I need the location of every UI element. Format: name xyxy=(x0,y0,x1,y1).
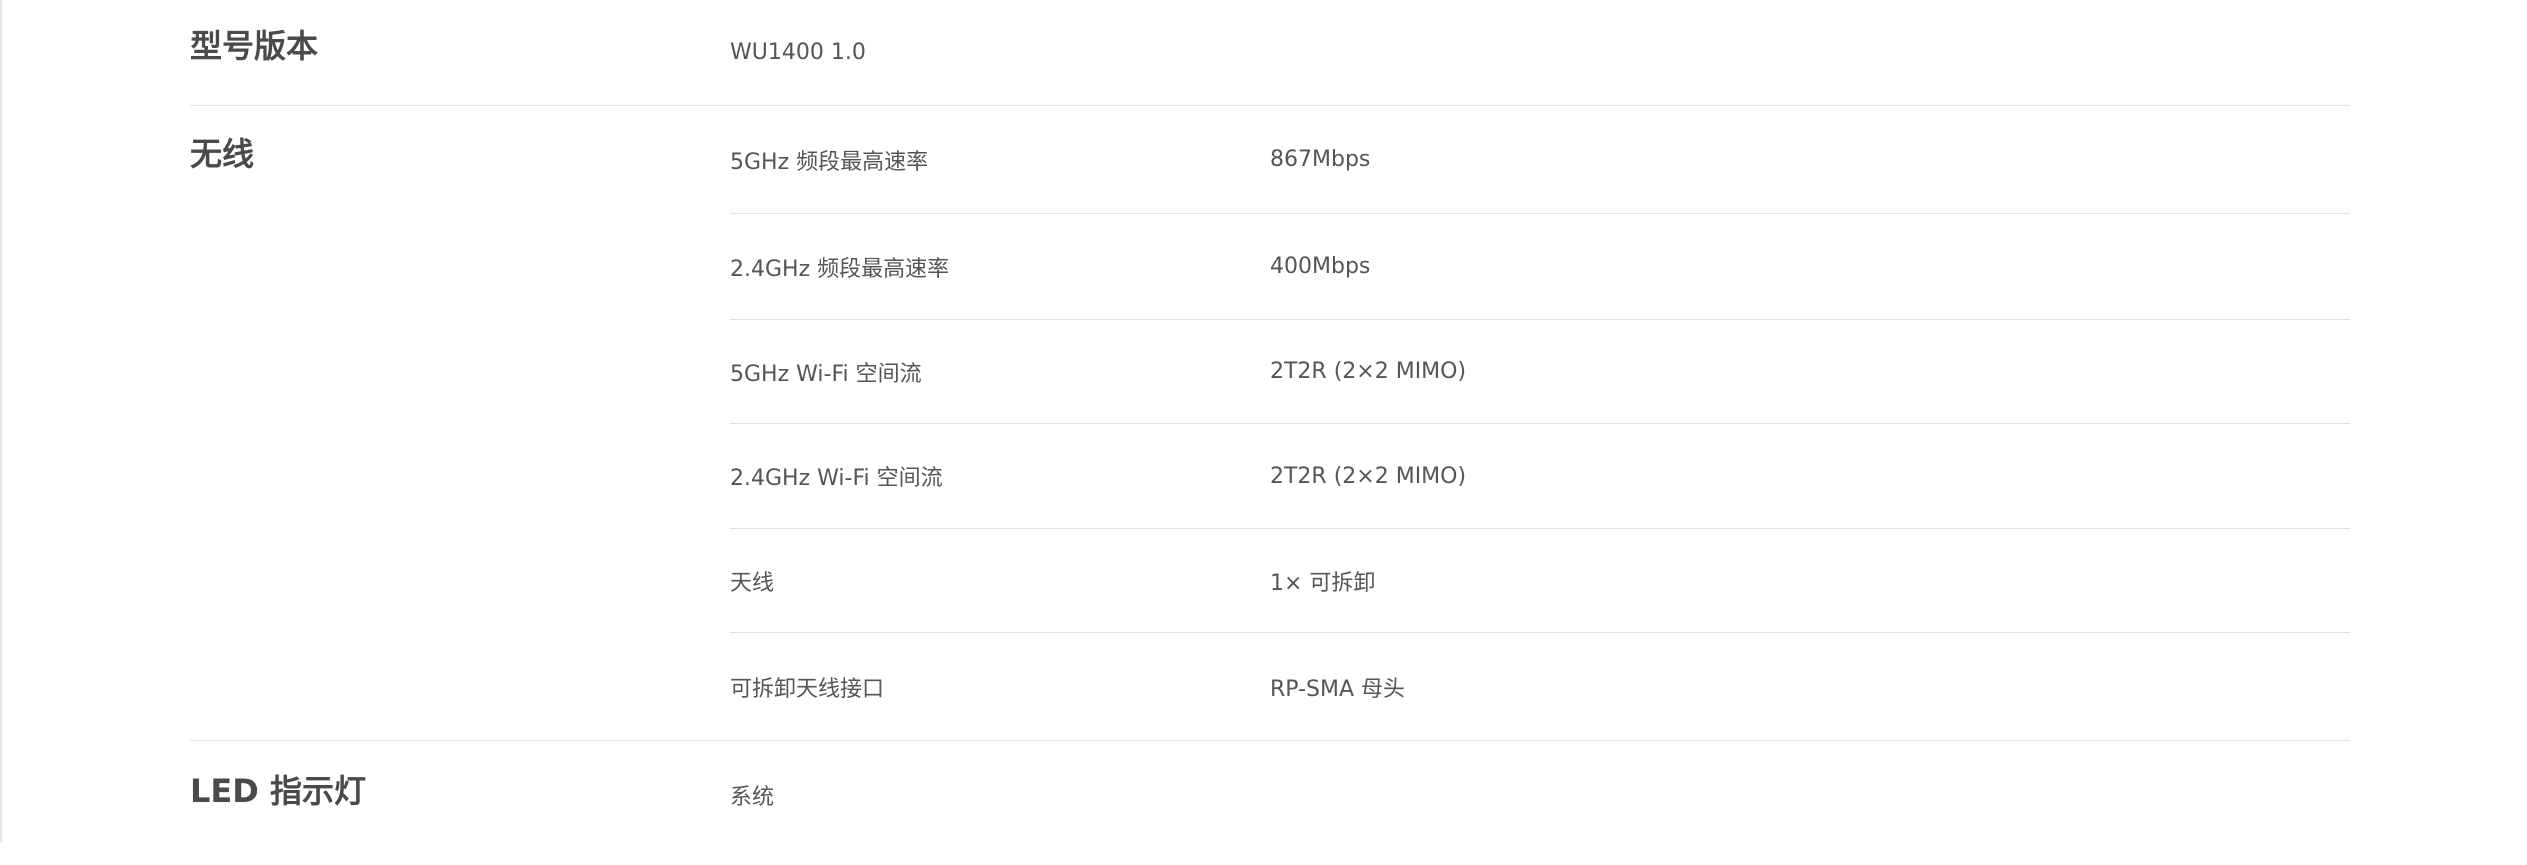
spec-rows: 5GHz 频段最高速率 867Mbps 2.4GHz 频段最高速率 400Mbp… xyxy=(730,106,2350,740)
spec-row-value: 1× 可拆卸 xyxy=(1270,570,1376,596)
spec-row: 5GHz 频段最高速率 867Mbps xyxy=(730,106,2350,214)
page-left-border xyxy=(0,0,2,843)
spec-row-label: 5GHz 频段最高速率 xyxy=(730,149,929,175)
spec-row-value: 2T2R (2×2 MIMO) xyxy=(1270,359,1467,384)
spec-row: 系统 xyxy=(730,741,2350,865)
section-title-led: LED 指示灯 xyxy=(190,772,366,810)
spec-section-model-version: 型号版本 WU1400 1.0 xyxy=(190,0,2350,106)
spec-row-label: 天线 xyxy=(730,570,775,596)
spec-row-value: RP-SMA 母头 xyxy=(1270,676,1405,702)
spec-table: 型号版本 WU1400 1.0 无线 5GHz 频段最高速率 867Mbps 2… xyxy=(190,0,2350,865)
spec-section-wireless: 无线 5GHz 频段最高速率 867Mbps 2.4GHz 频段最高速率 400… xyxy=(190,106,2350,741)
section-title-wireless: 无线 xyxy=(190,135,255,173)
spec-row-label: 2.4GHz Wi-Fi 空间流 xyxy=(730,466,943,491)
spec-row: 2.4GHz 频段最高速率 400Mbps xyxy=(730,214,2350,320)
spec-row: 天线 1× 可拆卸 xyxy=(730,529,2350,633)
spec-row-label: 系统 xyxy=(730,785,775,810)
spec-row-label: 5GHz Wi-Fi 空间流 xyxy=(730,361,922,387)
spec-row-value: 867Mbps xyxy=(1270,147,1371,172)
spec-row-value: 400Mbps xyxy=(1270,254,1371,279)
spec-row: 5GHz Wi-Fi 空间流 2T2R (2×2 MIMO) xyxy=(730,320,2350,424)
spec-rows: 系统 xyxy=(730,741,2350,865)
section-title-model-version: 型号版本 xyxy=(190,27,319,65)
spec-section-led: LED 指示灯 系统 xyxy=(190,741,2350,865)
spec-row-label: 可拆卸天线接口 xyxy=(730,676,885,702)
spec-row-value: 2T2R (2×2 MIMO) xyxy=(1270,463,1467,489)
spec-row: 2.4GHz Wi-Fi 空间流 2T2R (2×2 MIMO) xyxy=(730,424,2350,529)
spec-row-label: 2.4GHz 频段最高速率 xyxy=(730,256,950,282)
spec-row: WU1400 1.0 xyxy=(730,0,2350,105)
spec-row-label: WU1400 1.0 xyxy=(730,40,866,65)
spec-row: 可拆卸天线接口 RP-SMA 母头 xyxy=(730,633,2350,740)
spec-rows: WU1400 1.0 xyxy=(730,0,2350,105)
